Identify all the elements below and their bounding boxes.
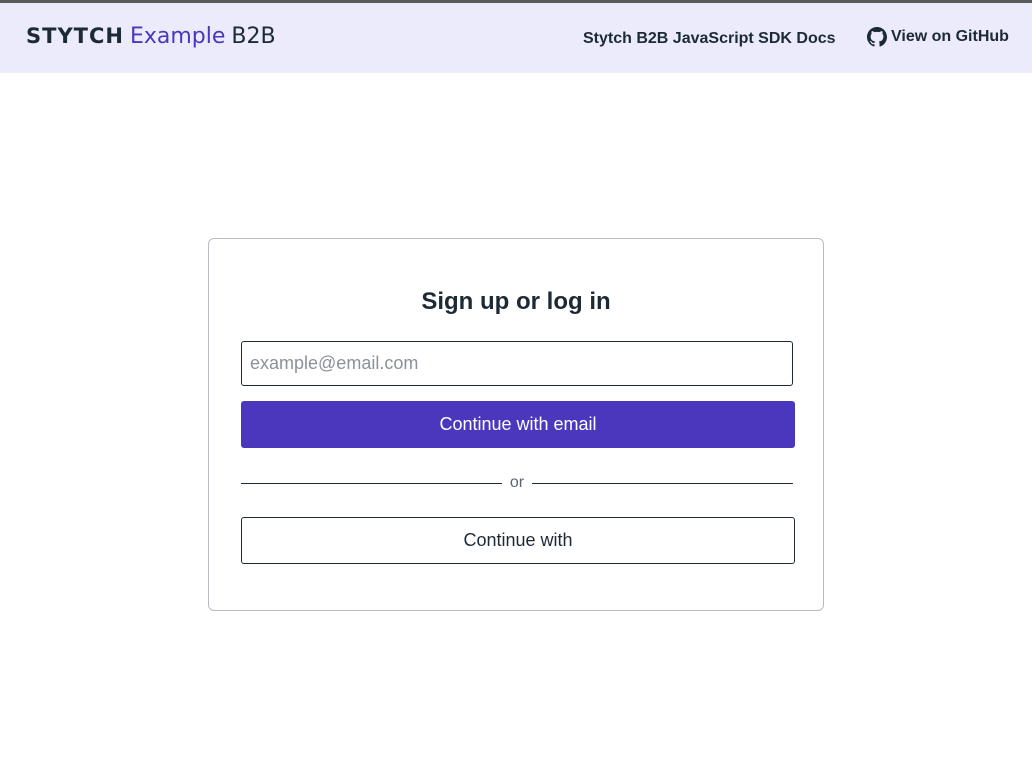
login-title: Sign up or log in <box>421 288 611 315</box>
top-nav-bar: STYTCH Example B2B Stytch B2B JavaScript… <box>0 3 1032 73</box>
divider-line-right <box>532 482 794 484</box>
brand-stytch-wordmark: STYTCH <box>26 24 124 48</box>
continue-with-email-button[interactable]: Continue with email <box>241 401 795 448</box>
login-card: Sign up or log in Continue with email or… <box>208 238 824 611</box>
brand-logo[interactable]: STYTCH Example B2B <box>26 24 276 49</box>
brand-example-text: Example <box>129 24 226 49</box>
or-divider: or <box>241 473 794 493</box>
divider-line-left <box>241 482 502 484</box>
github-icon <box>867 27 887 47</box>
email-input[interactable] <box>241 341 793 386</box>
github-link[interactable]: View on GitHub <box>867 27 1009 47</box>
continue-with-sso-button[interactable]: Continue with <box>241 517 795 564</box>
brand-b2b-text: B2B <box>231 24 276 49</box>
github-link-label: View on GitHub <box>891 28 1009 45</box>
divider-or-text: or <box>509 474 525 491</box>
sdk-docs-link[interactable]: Stytch B2B JavaScript SDK Docs <box>583 30 836 48</box>
